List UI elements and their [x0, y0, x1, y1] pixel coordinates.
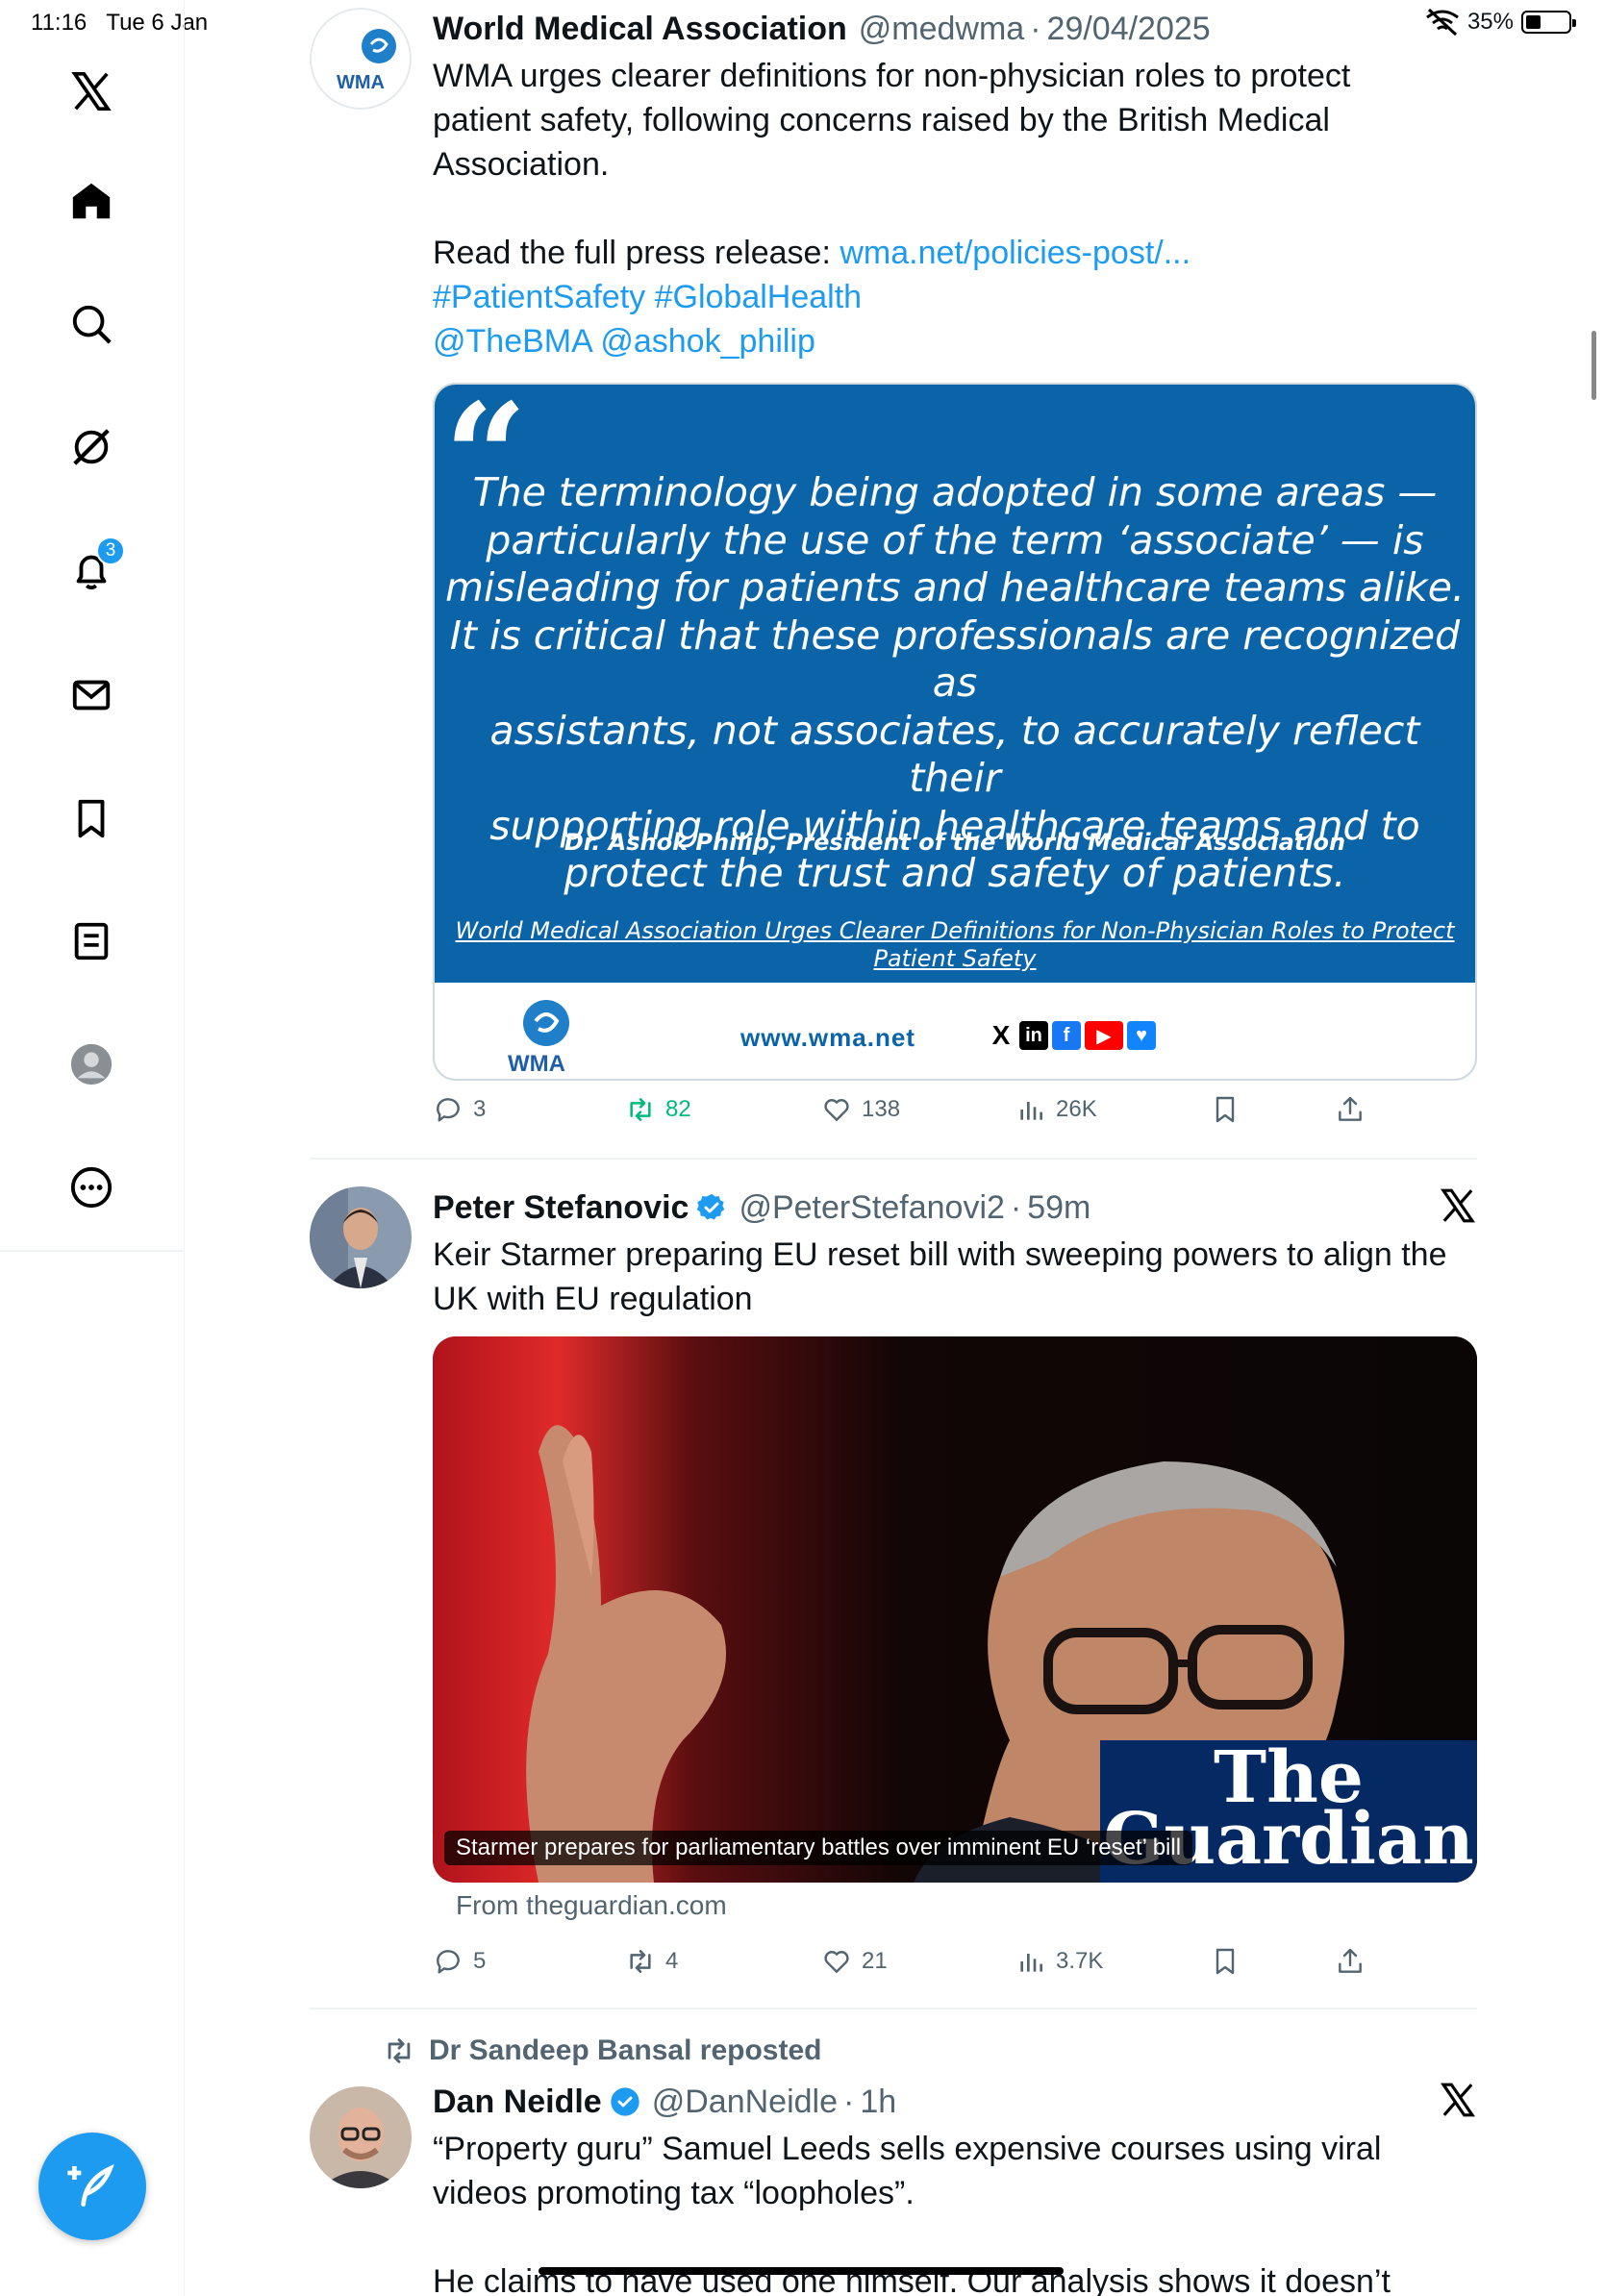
share-icon: [1339, 1948, 1362, 1973]
repost-button[interactable]: 4: [625, 1946, 678, 1977]
avatar[interactable]: WMA: [310, 8, 412, 110]
tweet-header: Peter Stefanovic @PeterStefanovi2 · 59m: [433, 1188, 1091, 1227]
quote-panel: “ The terminology being adopted in some …: [435, 385, 1475, 983]
share-button[interactable]: [1335, 1946, 1366, 1977]
grok-icon[interactable]: [63, 419, 119, 475]
hashtags[interactable]: #PatientSafety #GlobalHealth: [433, 275, 1477, 319]
svg-text:WMA: WMA: [508, 1051, 565, 1077]
home-icon[interactable]: [63, 173, 119, 229]
views-button[interactable]: 26K: [1015, 1094, 1097, 1125]
bookmark-button[interactable]: [1210, 1094, 1241, 1125]
reply-button[interactable]: 3: [433, 1094, 486, 1125]
tweet-header: World Medical Association @medwma · 29/0…: [433, 10, 1211, 48]
mentions[interactable]: @TheBMA @ashok_philip: [433, 319, 1477, 363]
social-icons: X in f ▶ ♥: [987, 1020, 1156, 1050]
like-button[interactable]: 21: [821, 1946, 888, 1977]
battery-icon: [1521, 11, 1576, 34]
like-button[interactable]: 138: [821, 1094, 900, 1125]
link-card-caption: Starmer prepares for parliamentary battl…: [444, 1831, 1193, 1865]
author-handle[interactable]: @DanNeidle: [652, 2084, 838, 2121]
author-handle[interactable]: @medwma: [859, 11, 1024, 48]
repost-icon: [630, 1098, 651, 1121]
repost-icon: [630, 1950, 651, 1973]
linkedin-icon: in: [1019, 1021, 1048, 1050]
link-source[interactable]: From theguardian.com: [456, 1890, 727, 1921]
tweet-text: WMA urges clearer definitions for non-ph…: [433, 54, 1477, 363]
notifications-icon[interactable]: 3: [63, 537, 125, 598]
share-button[interactable]: [1335, 1094, 1366, 1125]
facebook-icon: f: [1052, 1021, 1081, 1050]
more-icon[interactable]: [63, 1160, 119, 1215]
wma-logo: WMA: [508, 1000, 569, 1077]
home-indicator[interactable]: [539, 2267, 1064, 2275]
scrollbar[interactable]: [1591, 331, 1596, 400]
author-name[interactable]: World Medical Association: [433, 11, 847, 48]
avatar-logo-text: WMA: [337, 72, 385, 93]
sidebar: 3: [0, 0, 185, 2296]
repost-button[interactable]: 82: [625, 1094, 691, 1125]
tweet-time[interactable]: 1h: [860, 2084, 896, 2121]
heart-icon: [824, 1099, 849, 1121]
views-icon: [1020, 1102, 1042, 1120]
verified-icon: [697, 1193, 725, 1220]
bookmark-icon: [1216, 1948, 1235, 1975]
quote-article-title: World Medical Association Urges Clearer …: [455, 917, 1455, 972]
views-icon: [1020, 1954, 1042, 1972]
tweet-separator: [310, 1158, 1477, 1160]
bookmarks-icon[interactable]: [63, 790, 119, 846]
x-social-icon: X: [987, 1020, 1015, 1050]
notifications-badge: 3: [96, 537, 125, 565]
reply-icon: [437, 1098, 460, 1122]
search-icon[interactable]: [63, 296, 119, 352]
press-release-link[interactable]: wma.net/policies-post/...: [840, 235, 1190, 271]
messages-icon[interactable]: [63, 667, 119, 723]
tweet-header: Dan Neidle @DanNeidle · 1h: [433, 2083, 897, 2121]
tweet-actions: 3 82 138 26K: [433, 1088, 1491, 1131]
heart-icon: [824, 1951, 849, 1973]
tweet-text: Keir Starmer preparing EU reset bill wit…: [433, 1236, 1447, 1317]
author-name[interactable]: Dan Neidle: [433, 2084, 602, 2121]
reply-icon: [437, 1950, 460, 1974]
profile-icon[interactable]: [63, 1036, 119, 1092]
quote-image[interactable]: “ The terminology being adopted in some …: [433, 383, 1477, 1081]
link-card-image[interactable]: The Guardian Starmer prepares for parlia…: [433, 1336, 1477, 1883]
compose-icon: [67, 2163, 114, 2207]
reply-button[interactable]: 5: [433, 1946, 486, 1977]
grok-explain-icon[interactable]: [1439, 2081, 1477, 2119]
tweet-separator: [310, 2008, 1477, 2009]
author-name[interactable]: Peter Stefanovic: [433, 1189, 689, 1227]
lists-icon[interactable]: [63, 913, 119, 969]
tweet-peter-stefanovic[interactable]: Peter Stefanovic @PeterStefanovi2 · 59m …: [310, 1186, 1477, 1984]
avatar[interactable]: [310, 1186, 412, 1288]
bookmark-icon: [1216, 1096, 1235, 1123]
tweet-actions: 5 4 21 3.7K: [433, 1940, 1491, 1983]
x-logo-icon[interactable]: [63, 63, 119, 119]
grok-explain-icon[interactable]: [1439, 1186, 1477, 1225]
bookmark-button[interactable]: [1210, 1946, 1241, 1977]
views-button[interactable]: 3.7K: [1015, 1946, 1103, 1977]
bluesky-icon: ♥: [1127, 1021, 1156, 1050]
compose-button[interactable]: [38, 2133, 146, 2240]
tweet-wma[interactable]: WMA World Medical Association @medwma · …: [310, 8, 1477, 1148]
verified-icon: [611, 2087, 639, 2116]
avatar[interactable]: [310, 2086, 412, 2188]
share-icon: [1339, 1096, 1362, 1121]
tweet-time[interactable]: 29/04/2025: [1047, 11, 1211, 48]
tweet-time[interactable]: 59m: [1027, 1189, 1090, 1227]
tweet-dan-neidle[interactable]: Dr Sandeep Bansal reposted Dan Neidle @D…: [310, 2033, 1477, 2296]
repost-icon: [388, 2038, 411, 2063]
quote-footer: WMA www.wma.net X in f ▶ ♥: [435, 983, 1475, 1079]
quote-author: Dr. Ashok Philip, President of the World…: [564, 829, 1346, 856]
author-handle[interactable]: @PeterStefanovi2: [739, 1189, 1004, 1227]
sidebar-divider: [0, 1250, 185, 1252]
youtube-icon: ▶: [1085, 1021, 1123, 1050]
footer-site: www.wma.net: [740, 1023, 915, 1052]
repost-indicator[interactable]: Dr Sandeep Bansal reposted: [383, 2034, 821, 2067]
